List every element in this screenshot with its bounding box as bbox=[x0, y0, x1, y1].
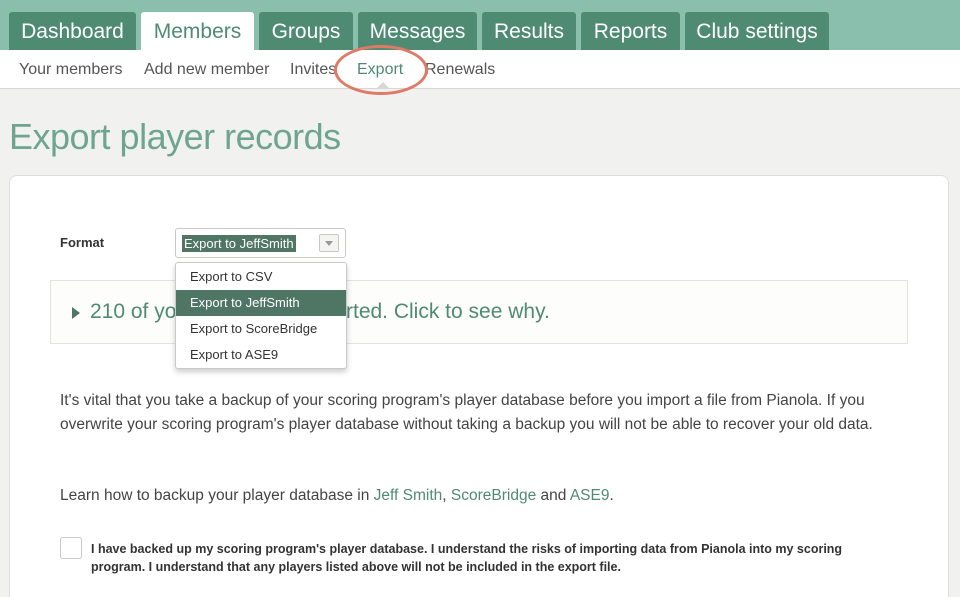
backup-confirm-label: I have backed up my scoring program's pl… bbox=[91, 542, 843, 574]
format-option-csv[interactable]: Export to CSV bbox=[176, 264, 346, 290]
format-option-scorebridge[interactable]: Export to ScoreBridge bbox=[176, 316, 346, 342]
backup-confirm-checkbox[interactable] bbox=[60, 537, 82, 559]
tab-club-settings[interactable]: Club settings bbox=[685, 12, 829, 50]
format-label: Format bbox=[60, 235, 105, 250]
tab-dashboard[interactable]: Dashboard bbox=[9, 12, 136, 50]
content-panel bbox=[9, 175, 949, 597]
backup-warning-text: It's vital that you take a backup of you… bbox=[60, 392, 873, 433]
tab-members[interactable]: Members bbox=[141, 12, 254, 50]
subnav-add-new-member[interactable]: Add new member bbox=[144, 61, 269, 79]
format-option-ase9[interactable]: Export to ASE9 bbox=[176, 342, 346, 368]
subnav-invites[interactable]: Invites bbox=[290, 61, 336, 79]
disclosure-triangle-icon bbox=[72, 307, 80, 319]
link-ase9[interactable]: ASE9 bbox=[570, 487, 610, 504]
page-title: Export player records bbox=[9, 116, 341, 157]
sub-nav: Your members Add new member Invites Expo… bbox=[0, 50, 960, 89]
format-select[interactable]: Export to JeffSmith bbox=[175, 228, 346, 258]
tab-results[interactable]: Results bbox=[482, 12, 576, 50]
active-caret bbox=[376, 82, 390, 89]
tab-groups[interactable]: Groups bbox=[259, 12, 353, 50]
format-select-value: Export to JeffSmith bbox=[182, 235, 296, 252]
subnav-your-members[interactable]: Your members bbox=[19, 61, 122, 79]
top-nav: Dashboard Members Groups Messages Result… bbox=[0, 0, 960, 50]
format-option-jeffsmith[interactable]: Export to JeffSmith bbox=[176, 290, 346, 316]
subnav-renewals[interactable]: Renewals bbox=[425, 61, 495, 79]
link-scorebridge[interactable]: ScoreBridge bbox=[451, 487, 536, 504]
tab-reports[interactable]: Reports bbox=[581, 12, 680, 50]
chevron-down-icon[interactable] bbox=[319, 234, 339, 252]
link-jeff-smith[interactable]: Jeff Smith bbox=[374, 487, 443, 504]
format-dropdown: Export to CSV Export to JeffSmith Export… bbox=[175, 262, 347, 369]
backup-howto-text: Learn how to backup your player database… bbox=[60, 487, 614, 504]
